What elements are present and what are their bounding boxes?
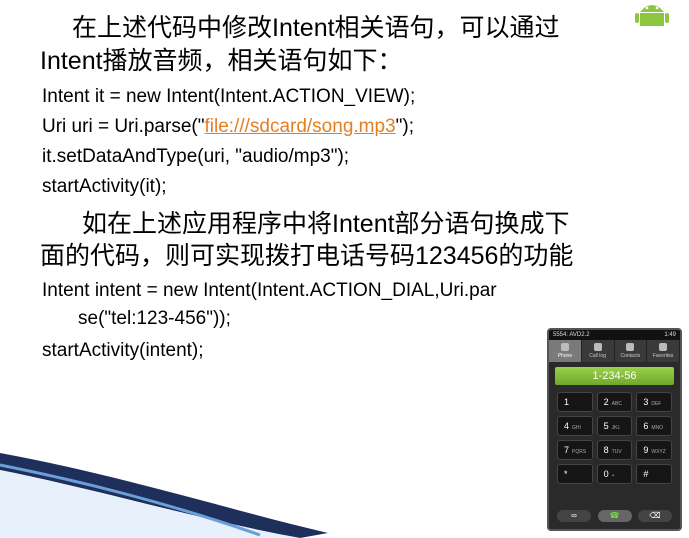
status-text: 5554: AVD2.2	[553, 332, 590, 338]
key-digit: 2	[603, 397, 609, 407]
phone-icon	[560, 343, 569, 351]
tab-call-log[interactable]: Call log	[582, 340, 615, 362]
key-letters: DEF	[651, 401, 662, 407]
dialer-tabs: Phone Call log Contacts Favorites	[549, 340, 680, 362]
key-digit: #	[643, 469, 649, 479]
key-letters: MNO	[651, 425, 664, 431]
key-8[interactable]: 8 TUV	[596, 440, 633, 460]
key-3[interactable]: 3 DEF	[636, 392, 672, 412]
dialer-bottom-bar: ∞ ☎ ⌫	[557, 509, 672, 523]
tab-label: Call log	[589, 353, 606, 359]
keypad: 1 2 ABC 3 DEF 4 GHI 5 JKL 6 MNO 7 PQRS 8 TUV 9W…	[549, 390, 680, 486]
key-digit: 0	[603, 469, 609, 479]
decorative-swoosh	[0, 453, 328, 538]
star-icon	[659, 343, 668, 351]
key-digit: *	[564, 469, 568, 479]
paragraph-2-line-1: 如在上述应用程序中将Intent部分语句换成下	[82, 210, 570, 238]
code-text: Uri uri = Uri.parse("	[42, 116, 205, 137]
key-letters: +	[611, 473, 615, 479]
call-button[interactable]: ☎	[597, 510, 632, 522]
tab-phone[interactable]: Phone	[549, 340, 582, 362]
dialed-number: 1-234-56	[555, 367, 674, 385]
contacts-icon	[626, 343, 635, 351]
key-letters: JKL	[611, 425, 621, 431]
code-line: startActivity(it);	[42, 176, 167, 197]
code-line: Uri uri = Uri.parse("file:///sdcard/song…	[42, 112, 662, 142]
key-hash[interactable]: #	[636, 464, 672, 484]
key-letters: TUV	[611, 449, 622, 455]
delete-button[interactable]: ⌫	[638, 510, 672, 522]
key-letters: GHI	[572, 425, 581, 431]
tab-label: Favorites	[652, 353, 674, 359]
key-digit: 5	[603, 421, 609, 431]
code-line: Intent it = new Intent(Intent.ACTION_VIE…	[42, 86, 416, 107]
phone-call-icon: ☎	[609, 511, 620, 520]
key-digit: 8	[603, 445, 609, 455]
tab-favorites[interactable]: Favorites	[647, 340, 680, 362]
key-letters: PQRS	[572, 449, 587, 455]
status-time: 1:49	[664, 332, 676, 338]
voicemail-button[interactable]: ∞	[557, 510, 591, 522]
voicemail-icon: ∞	[571, 511, 577, 520]
key-letters: WXYZ	[651, 449, 666, 455]
paragraph-1-line-1: 在上述代码中修改Intent相关语句，可以通过	[72, 14, 560, 42]
paragraph-1-line-2: Intent播放音频，相关语句如下：	[40, 47, 403, 75]
phone-dialer-screenshot: 5554: AVD2.2 1:49 Phone Call log Contact…	[547, 328, 682, 531]
tab-label: Phone	[557, 353, 573, 359]
file-link[interactable]: file:///sdcard/song.mp3	[204, 116, 395, 137]
paragraph-2-line-2: 面的代码，则可实现拨打电话号码123456的功能	[40, 242, 574, 270]
key-7[interactable]: 7 PQRS	[557, 440, 593, 460]
tab-contacts[interactable]: Contacts	[615, 340, 648, 362]
tab-label: Contacts	[620, 353, 641, 359]
key-digit: 4	[564, 421, 570, 431]
key-6[interactable]: 6 MNO	[636, 416, 672, 436]
key-digit: 1	[564, 397, 570, 407]
key-9[interactable]: 9 WXYZ	[636, 440, 672, 460]
code-text: ");	[395, 116, 414, 137]
key-digit: 3	[643, 397, 649, 407]
key-digit: 7	[564, 445, 570, 455]
key-5[interactable]: 5 JKL	[596, 416, 633, 436]
key-digit: 9	[643, 445, 649, 455]
code-text: se("tel:123-456"));	[78, 308, 231, 329]
key-letters: ABC	[611, 401, 622, 407]
code-line: it.setDataAndType(uri, "audio/mp3");	[42, 146, 350, 167]
key-star[interactable]: *	[557, 464, 593, 484]
key-2[interactable]: 2 ABC	[596, 392, 633, 412]
key-4[interactable]: 4 GHI	[557, 416, 593, 436]
phone-status-bar: 5554: AVD2.2 1:49	[549, 330, 680, 340]
call-log-icon	[593, 343, 602, 351]
backspace-icon: ⌫	[649, 511, 661, 520]
code-line: Intent intent = new Intent(Intent.ACTION…	[42, 280, 497, 301]
key-0[interactable]: 0 +	[596, 464, 633, 484]
key-1[interactable]: 1	[557, 392, 593, 412]
key-digit: 6	[643, 421, 649, 431]
